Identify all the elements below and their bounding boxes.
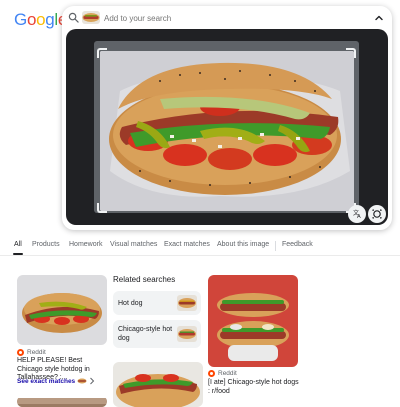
tab-products[interactable]: Products	[32, 241, 60, 248]
result-image-4[interactable]	[113, 362, 203, 407]
related-search-thumbnail	[177, 326, 197, 342]
tab-divider	[275, 241, 276, 251]
translate-icon: 文 A	[353, 209, 361, 220]
result-source-1[interactable]: Reddit	[17, 349, 46, 356]
related-search-hot-dog[interactable]: Hot dog	[113, 291, 201, 315]
search-image-thumbnail[interactable]	[82, 11, 100, 24]
logo-letter: g	[45, 10, 55, 29]
lens-button[interactable]	[368, 205, 386, 223]
tab-exact-matches[interactable]: Exact matches	[164, 241, 210, 248]
tab-about-this-image[interactable]: About this image	[217, 241, 269, 248]
image-viewer: 文 A	[66, 29, 388, 225]
logo-letter: o	[26, 10, 37, 29]
tab-visual-matches[interactable]: Visual matches	[110, 241, 157, 248]
lens-icon	[372, 209, 382, 219]
see-exact-matches-label: See exact matches	[17, 377, 76, 385]
lens-search-panel: 文 A	[62, 6, 392, 230]
related-search-label: Hot dog	[118, 300, 143, 307]
hotdog-thumb-icon	[77, 378, 87, 384]
result-image-3[interactable]	[17, 396, 107, 407]
search-bar	[62, 6, 392, 30]
result-image-2[interactable]	[208, 275, 298, 367]
crop-handle-bottom-left[interactable]	[97, 203, 107, 213]
tab-all[interactable]: All	[14, 241, 22, 248]
result-image-5[interactable]	[208, 402, 298, 407]
related-searches-heading: Related searches	[113, 275, 176, 284]
translate-button[interactable]: 文 A	[348, 205, 366, 223]
svg-text:A: A	[357, 214, 361, 220]
hotdog-photo	[100, 51, 354, 211]
result-source-2[interactable]: Reddit	[208, 370, 237, 377]
tab-homework[interactable]: Homework	[69, 241, 102, 248]
active-tab-indicator	[13, 253, 23, 255]
reddit-icon	[17, 349, 24, 356]
reddit-icon	[208, 370, 215, 377]
tab-feedback[interactable]: Feedback	[282, 241, 313, 248]
search-input[interactable]	[104, 10, 354, 26]
logo-letter: o	[36, 10, 46, 29]
result-title-2[interactable]: [I ate] Chicago-style hot dogs : r/food	[208, 379, 300, 396]
search-icon	[68, 12, 79, 23]
related-search-label: Chicago-style hot dog	[118, 326, 173, 342]
result-image-1[interactable]	[17, 275, 107, 345]
chevron-up-icon[interactable]	[374, 13, 384, 23]
result-tabs: All Products Homework Visual matches Exa…	[0, 238, 400, 256]
related-search-thumbnail	[177, 295, 197, 311]
crop-handle-top-right[interactable]	[346, 48, 356, 58]
source-name: Reddit	[27, 349, 46, 356]
chevron-right-icon	[90, 377, 95, 385]
google-logo[interactable]: Google	[14, 10, 67, 30]
related-search-chicago-style-hot-dog[interactable]: Chicago-style hot dog	[113, 320, 201, 348]
logo-letter: G	[14, 10, 27, 29]
crop-handle-top-left[interactable]	[97, 48, 107, 58]
source-name: Reddit	[218, 370, 237, 377]
see-exact-matches-link[interactable]: See exact matches	[17, 377, 95, 385]
